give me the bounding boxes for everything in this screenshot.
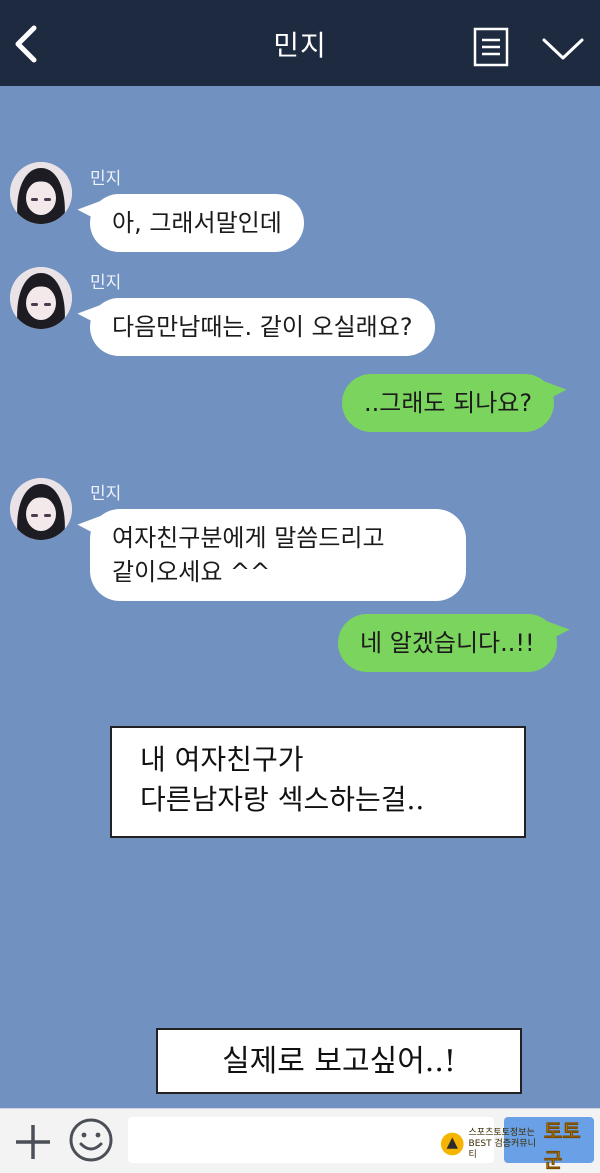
watermark-brand: 토토군	[543, 1119, 581, 1173]
sender-avatar[interactable]	[10, 267, 72, 329]
avatar-image	[10, 478, 72, 540]
watermark: 스포츠토토정보는 BEST 검증커뮤니티 토토군	[440, 1119, 596, 1172]
watermark-line2: BEST 검증커뮤니티	[468, 1138, 536, 1160]
watermark-line1: 스포츠토토정보는	[468, 1127, 535, 1138]
smiley-icon	[69, 1118, 113, 1162]
sender-name: 민지	[90, 169, 122, 189]
plus-icon	[16, 1125, 50, 1159]
sender-avatar[interactable]	[10, 478, 72, 540]
sender-name: 민지	[90, 484, 122, 504]
caption-box: 실제로 보고싶어..!	[156, 1028, 522, 1094]
sender-avatar[interactable]	[10, 162, 72, 224]
sent-message-bubble: 네 알겠습니다..!!	[338, 614, 557, 672]
menu-button[interactable]	[472, 27, 510, 67]
received-message-bubble: 아, 그래서말인데	[90, 194, 304, 252]
chat-header: 민지	[0, 0, 600, 86]
attach-button[interactable]	[12, 1119, 54, 1163]
avatar-image	[10, 162, 72, 224]
avatar-image	[10, 267, 72, 329]
collapse-button[interactable]	[540, 34, 586, 64]
sender-name: 민지	[90, 273, 122, 293]
received-message-bubble: 다음만남때는. 같이 오실래요?	[90, 298, 435, 356]
watermark-logo-icon	[440, 1132, 464, 1156]
emoji-button[interactable]	[68, 1117, 114, 1163]
caption-box: 내 여자친구가 다른남자랑 섹스하는걸..	[110, 726, 526, 838]
document-list-icon	[473, 27, 509, 67]
watermark-text-group: 스포츠토토정보는 BEST 검증커뮤니티	[469, 1128, 540, 1161]
chat-title: 민지	[273, 29, 327, 62]
chevron-down-icon	[542, 38, 584, 60]
received-message-bubble: 여자친구분에게 말씀드리고 같이오세요 ^^	[90, 509, 466, 601]
sent-message-bubble: ..그래도 되나요?	[342, 374, 555, 432]
